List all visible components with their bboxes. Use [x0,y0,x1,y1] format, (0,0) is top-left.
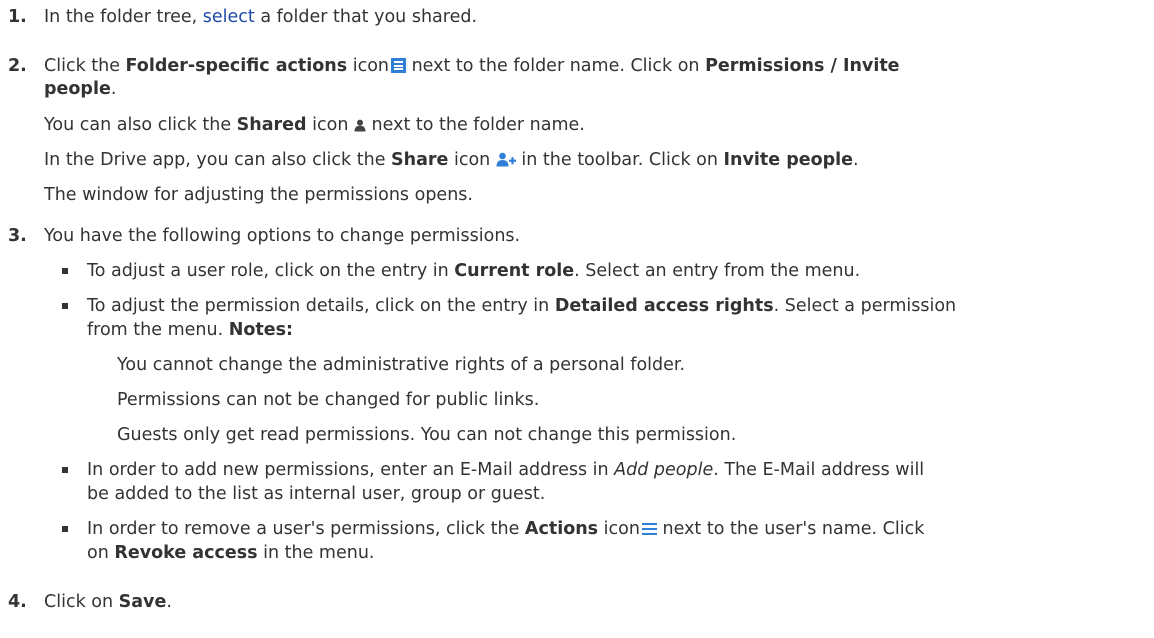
step-number: 1. [8,7,27,27]
list-item-current-role: To adjust a user role, click on the entr… [87,261,861,281]
step-number: 4. [8,592,27,612]
hamburger-icon [641,522,657,536]
bullet [62,303,68,309]
step-text: Click on Save. [44,592,172,612]
window-opens-note: The window for adjusting the permissions… [44,185,473,205]
select-link[interactable]: select [203,7,255,27]
folder-actions-menu-icon [391,58,407,73]
bullet [62,268,68,274]
list-item-add-people: In order to add new permissions, enter a… [87,460,925,480]
note-public-links: Permissions can not be changed for publi… [117,390,540,410]
bullet [62,526,68,532]
share-icon-note: In the Drive app, you can also click the… [44,150,859,170]
step-number: 3. [8,226,27,246]
step-text: In the folder tree, select a folder that… [44,7,478,27]
add-person-icon [496,152,516,167]
step-number: 2. [8,56,27,76]
list-item-access-rights: To adjust the permission details, click … [87,296,957,316]
instructions-document: 1. In the folder tree, select a folder t… [0,0,1154,638]
list-item-add-people-continued: be added to the list as internal user, g… [87,484,546,504]
step-text-continued: people. [44,79,117,99]
note-guests: Guests only get read permissions. You ca… [117,425,737,445]
list-item-revoke-continued: on Revoke access in the menu. [87,543,375,563]
step-text: You have the following options to change… [44,226,521,246]
list-item-revoke: In order to remove a user's permissions,… [87,519,925,539]
person-icon [354,119,366,132]
list-item-access-rights-continued: from the menu. Notes: [87,320,294,340]
bullet [62,467,68,473]
shared-icon-note: You can also click the Shared icon next … [44,115,585,135]
note-personal-folder: You cannot change the administrative rig… [117,355,686,375]
step-text: Click the Folder-specific actions icon n… [44,56,900,76]
